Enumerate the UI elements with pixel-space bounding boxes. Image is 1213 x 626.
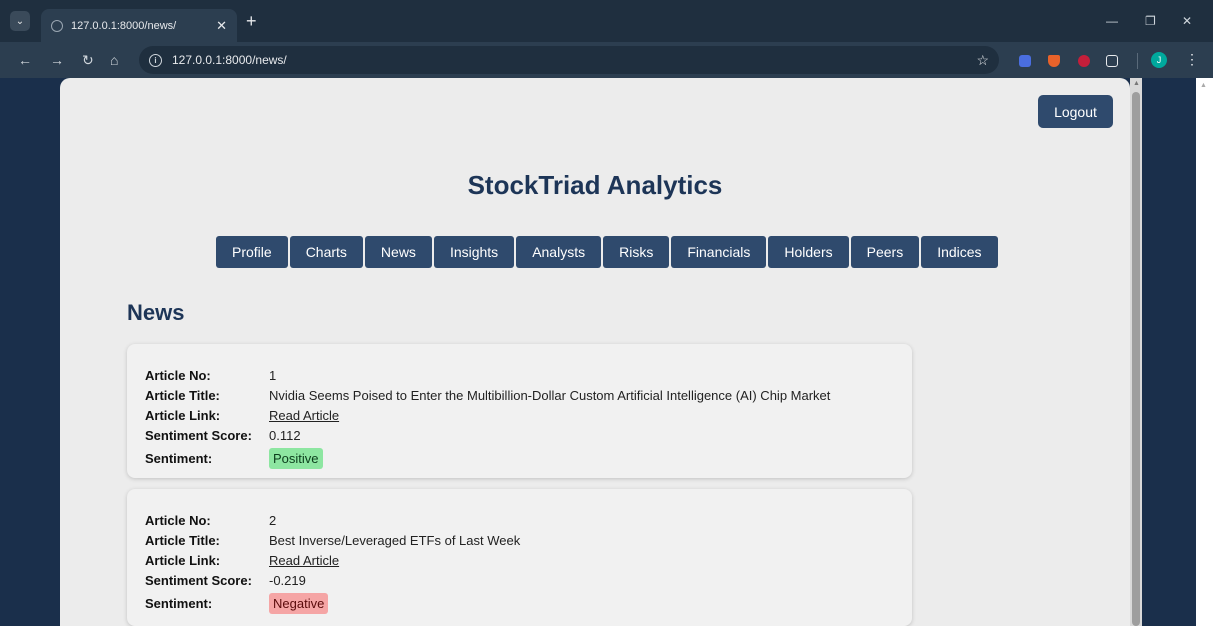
nav-charts[interactable]: Charts: [289, 236, 363, 268]
article-link-label: Article Link:: [145, 407, 221, 423]
nav-financials[interactable]: Financials: [671, 236, 767, 268]
sentiment-row: Sentiment: Positive: [145, 445, 894, 471]
new-tab-button[interactable]: +: [246, 12, 257, 30]
article-link-label: Article Link:: [145, 552, 221, 568]
read-article-link[interactable]: Read Article: [269, 553, 339, 568]
reload-icon[interactable]: ↻: [82, 52, 94, 68]
restore-icon[interactable]: ❐: [1145, 14, 1156, 28]
sentiment-label: Sentiment:: [145, 450, 213, 466]
main-nav: Profile Charts News Insights Analysts Ri…: [216, 236, 998, 268]
article-title-row: Article Title: Best Inverse/Leveraged ET…: [145, 530, 894, 550]
sentiment-score-label: Sentiment Score:: [145, 427, 252, 443]
tab-title: 127.0.0.1:8000/news/: [71, 19, 177, 32]
sentiment-score-row: Sentiment Score: -0.219: [145, 570, 894, 590]
scrollbar-thumb[interactable]: [1132, 92, 1140, 626]
nav-risks[interactable]: Risks: [603, 236, 670, 268]
article-no-value: 2: [269, 512, 277, 528]
sentiment-badge: Negative: [269, 592, 329, 614]
scroll-up-arrow-icon[interactable]: ▲: [1133, 80, 1140, 87]
article-title-label: Article Title:: [145, 387, 220, 403]
article-card: Article No: 2 Article Title: Best Invers…: [127, 489, 912, 626]
nav-news[interactable]: News: [364, 236, 432, 268]
scroll-up-arrow-icon[interactable]: ▲: [1200, 82, 1207, 89]
article-title-value: Best Inverse/Leveraged ETFs of Last Week: [269, 532, 521, 548]
sentiment-row: Sentiment: Negative: [145, 590, 894, 616]
nav-indices[interactable]: Indices: [921, 236, 998, 268]
article-title-value: Nvidia Seems Poised to Enter the Multibi…: [269, 387, 831, 403]
nav-holders[interactable]: Holders: [768, 236, 849, 268]
tab-search-button[interactable]: ⌄: [10, 11, 30, 31]
chevron-down-icon: ⌄: [15, 15, 25, 27]
article-no-row: Article No: 1: [145, 365, 894, 385]
article-title-label: Article Title:: [145, 532, 220, 548]
sentiment-score-row: Sentiment Score: 0.112: [145, 425, 894, 445]
app-title: StockTriad Analytics: [467, 170, 723, 200]
sentiment-score-label: Sentiment Score:: [145, 572, 252, 588]
minimize-icon[interactable]: —: [1106, 14, 1118, 28]
sentiment-score-value: -0.219: [269, 572, 306, 588]
article-card: Article No: 1 Article Title: Nvidia Seem…: [127, 344, 912, 478]
close-icon[interactable]: ✕: [216, 18, 227, 34]
address-bar[interactable]: i 127.0.0.1:8000/news/ ☆: [139, 46, 999, 74]
nav-profile[interactable]: Profile: [216, 236, 288, 268]
puzzle-icon[interactable]: [1106, 55, 1118, 67]
article-link-row: Article Link: Read Article: [145, 550, 894, 570]
logout-button[interactable]: Logout: [1038, 95, 1113, 128]
extension-brave-icon[interactable]: [1048, 55, 1060, 67]
section-title: News: [127, 300, 185, 325]
read-article-link[interactable]: Read Article: [269, 408, 339, 423]
browser-tab[interactable]: 127.0.0.1:8000/news/ ✕: [41, 9, 237, 42]
nav-peers[interactable]: Peers: [850, 236, 920, 268]
address-url[interactable]: 127.0.0.1:8000/news/: [172, 53, 976, 67]
browser-toolbar: ← → ↻ ⌂ i 127.0.0.1:8000/news/ ☆ J ⋮: [0, 42, 1213, 78]
article-no-row: Article No: 2: [145, 510, 894, 530]
forward-arrow-icon[interactable]: →: [50, 52, 64, 68]
globe-icon: [51, 19, 63, 32]
sentiment-badge: Positive: [269, 447, 323, 469]
page-container: Logout StockTriad Analytics Profile Char…: [60, 78, 1130, 626]
extension-ublock-icon[interactable]: [1078, 55, 1090, 67]
page-viewport: Logout StockTriad Analytics Profile Char…: [0, 78, 1213, 626]
close-window-icon[interactable]: ✕: [1182, 14, 1192, 28]
profile-avatar[interactable]: J: [1151, 52, 1167, 68]
page-scrollbar[interactable]: ▲: [1130, 78, 1142, 626]
nav-insights[interactable]: Insights: [433, 236, 515, 268]
toolbar-divider: [1137, 53, 1138, 69]
nav-analysts[interactable]: Analysts: [516, 236, 602, 268]
sentiment-label: Sentiment:: [145, 595, 213, 611]
article-no-value: 1: [269, 367, 277, 383]
back-arrow-icon[interactable]: ←: [18, 52, 32, 68]
home-icon[interactable]: ⌂: [110, 52, 118, 68]
sentiment-score-value: 0.112: [269, 427, 301, 443]
article-no-label: Article No:: [145, 512, 211, 528]
window-scrollbar[interactable]: ▲: [1196, 78, 1213, 626]
article-no-label: Article No:: [145, 367, 211, 383]
star-icon[interactable]: ☆: [976, 52, 989, 69]
browser-tab-bar: ⌄ 127.0.0.1:8000/news/ ✕ + — ❐ ✕: [0, 0, 1213, 42]
extension-shield-icon[interactable]: [1019, 55, 1031, 67]
article-link-row: Article Link: Read Article: [145, 405, 894, 425]
article-title-row: Article Title: Nvidia Seems Poised to En…: [145, 385, 894, 405]
info-icon[interactable]: i: [149, 53, 162, 67]
more-vert-icon[interactable]: ⋮: [1185, 51, 1199, 68]
